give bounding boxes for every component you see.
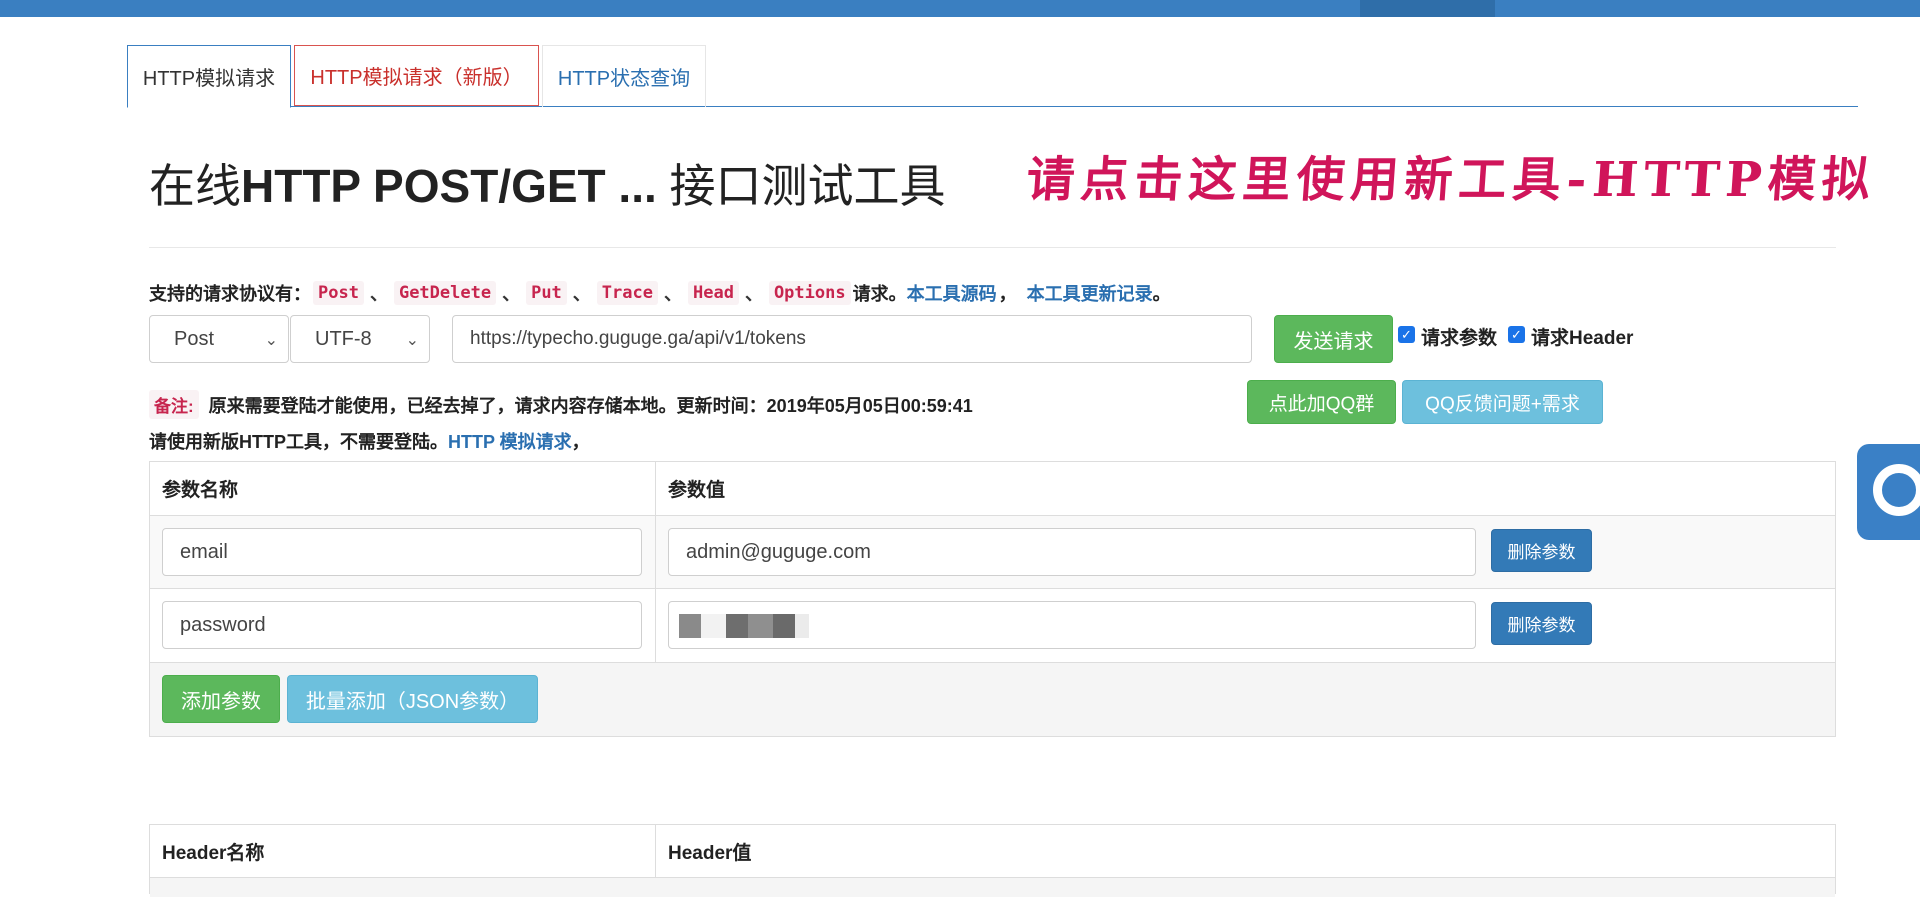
params-table: 参数名称 参数值 删除参数 删除参数 添加参数 批量添加（JSON参数） bbox=[149, 461, 1836, 737]
separator: 、 bbox=[502, 284, 521, 304]
protocol-trace: Trace bbox=[596, 281, 658, 305]
chevron-down-icon: ⌄ bbox=[405, 332, 419, 349]
checkbox-request-params-label: 请求参数 bbox=[1421, 328, 1498, 349]
headers-row bbox=[150, 877, 1835, 897]
param-value-input[interactable] bbox=[668, 528, 1476, 576]
protocol-post: Post bbox=[313, 281, 364, 305]
table-row: 删除参数 bbox=[150, 516, 1835, 589]
checkbox-request-header[interactable]: ✓ 请求Header bbox=[1508, 323, 1633, 350]
new-version-note-suffix: ， bbox=[571, 432, 590, 452]
source-code-link[interactable]: 本工具源码 bbox=[907, 280, 997, 306]
page-title-prefix: 在线 bbox=[149, 160, 241, 212]
note-line: 备注: 原来需要登陆才能使用，已经去掉了，请求内容存储本地。更新时间：2019年… bbox=[149, 390, 973, 419]
new-version-note-prefix: 请使用新版HTTP工具，不需要登陆。 bbox=[149, 432, 448, 452]
protocol-getdelete: GetDelete bbox=[393, 281, 497, 305]
url-input[interactable] bbox=[452, 315, 1252, 363]
changelog-link[interactable]: 本工具更新记录 bbox=[1027, 280, 1153, 306]
params-col-value: 参数值 bbox=[668, 479, 726, 501]
headers-col-value: Header值 bbox=[668, 842, 752, 864]
table-row: 删除参数 bbox=[150, 589, 1835, 663]
separator: 、 bbox=[369, 284, 388, 304]
search-icon bbox=[1873, 464, 1920, 516]
separator: 、 bbox=[744, 284, 763, 304]
method-select-value: Post bbox=[174, 327, 215, 350]
http-request-link[interactable]: HTTP 模拟请求 bbox=[448, 432, 572, 452]
params-col-name: 参数名称 bbox=[162, 479, 239, 501]
protocol-suffix: 请求。 bbox=[852, 284, 907, 304]
separator: 、 bbox=[663, 284, 682, 304]
protocol-prefix: 支持的请求协议有： bbox=[149, 284, 311, 304]
delete-param-button[interactable]: 删除参数 bbox=[1491, 602, 1592, 645]
check-icon: ✓ bbox=[1398, 326, 1415, 343]
tab-bar: HTTP模拟请求 HTTP模拟请求（新版） HTTP状态查询 bbox=[127, 45, 1858, 108]
column-divider bbox=[655, 462, 656, 663]
page-title: 在线HTTP POST/GET ... 接口测试工具 bbox=[149, 150, 946, 216]
batch-add-json-button[interactable]: 批量添加（JSON参数） bbox=[287, 675, 538, 723]
headers-table: Header名称 Header值 bbox=[149, 824, 1836, 897]
send-request-button[interactable]: 发送请求 bbox=[1274, 315, 1393, 363]
protocol-head: Head bbox=[687, 281, 739, 305]
check-icon: ✓ bbox=[1508, 326, 1525, 343]
comma: ， bbox=[998, 284, 1017, 304]
charset-select-value: UTF-8 bbox=[315, 327, 372, 350]
note-text: 原来需要登陆才能使用，已经去掉了，请求内容存储本地。更新时间：2019年05月0… bbox=[208, 395, 973, 416]
params-actions-row: 添加参数 批量添加（JSON参数） bbox=[150, 663, 1835, 736]
separator: 、 bbox=[572, 284, 591, 304]
page-title-bold: HTTP POST/GET ... bbox=[241, 160, 657, 212]
chevron-down-icon: ⌄ bbox=[264, 332, 278, 349]
checkbox-request-params[interactable]: ✓ 请求参数 bbox=[1398, 323, 1497, 350]
protocol-options: Options bbox=[768, 281, 851, 305]
add-param-button[interactable]: 添加参数 bbox=[162, 675, 280, 723]
method-select[interactable]: Post ⌄ bbox=[149, 315, 289, 363]
protocol-line: 支持的请求协议有： Post 、 GetDelete 、 Put 、 Trace… bbox=[149, 280, 1171, 306]
column-divider bbox=[655, 825, 656, 878]
tab-http-request-new[interactable]: HTTP模拟请求（新版） bbox=[294, 45, 539, 106]
protocol-end: 。 bbox=[1152, 284, 1171, 304]
headers-header-row: Header名称 Header值 bbox=[150, 825, 1835, 878]
charset-select[interactable]: UTF-8 ⌄ bbox=[290, 315, 430, 363]
redacted-value bbox=[679, 612, 809, 640]
top-nav-bar bbox=[0, 0, 1920, 17]
checkbox-request-header-label: 请求Header bbox=[1531, 328, 1634, 349]
promo-new-tool-link[interactable]: 请点击这里使用新工具-HTTP模拟 bbox=[1025, 140, 1879, 210]
tab-http-request[interactable]: HTTP模拟请求 bbox=[127, 45, 291, 108]
divider bbox=[149, 247, 1836, 248]
param-name-input[interactable] bbox=[162, 601, 642, 649]
new-version-note: 请使用新版HTTP工具，不需要登陆。HTTP 模拟请求， bbox=[149, 428, 590, 454]
note-tag: 备注: bbox=[149, 390, 199, 419]
headers-col-name: Header名称 bbox=[162, 842, 265, 864]
page-title-suffix: 接口测试工具 bbox=[656, 160, 946, 212]
param-name-input[interactable] bbox=[162, 528, 642, 576]
qq-feedback-button[interactable]: QQ反馈问题+需求 bbox=[1402, 380, 1603, 424]
join-qq-group-button[interactable]: 点此加QQ群 bbox=[1247, 380, 1396, 424]
side-search-button[interactable] bbox=[1857, 444, 1920, 540]
delete-param-button[interactable]: 删除参数 bbox=[1491, 529, 1592, 572]
param-value-input[interactable] bbox=[668, 601, 1476, 649]
top-nav-shade bbox=[1360, 0, 1495, 17]
params-header-row: 参数名称 参数值 bbox=[150, 462, 1835, 516]
tab-http-status[interactable]: HTTP状态查询 bbox=[542, 45, 706, 107]
protocol-put: Put bbox=[526, 281, 567, 305]
